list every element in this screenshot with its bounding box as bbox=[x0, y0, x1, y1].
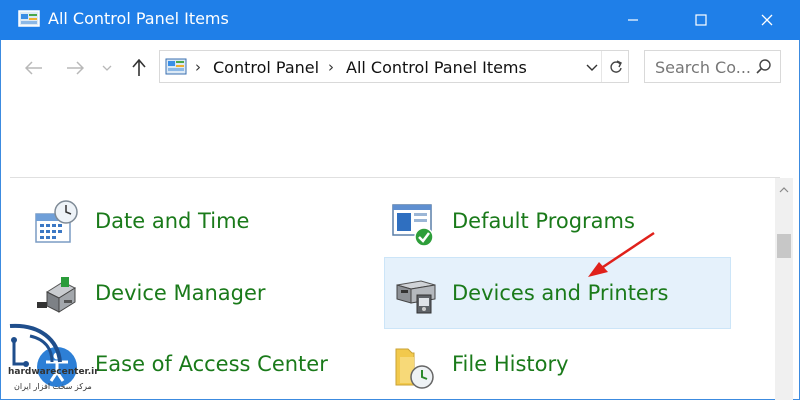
device-manager-icon bbox=[33, 272, 81, 320]
control-panel-icon bbox=[165, 58, 187, 76]
breadcrumb-control-panel[interactable]: Control Panel bbox=[213, 58, 319, 77]
default-programs-icon bbox=[390, 200, 438, 248]
item-label: File History bbox=[452, 352, 569, 376]
maximize-button[interactable] bbox=[678, 0, 724, 40]
maximize-icon bbox=[695, 14, 707, 26]
up-button[interactable] bbox=[126, 55, 152, 81]
scroll-up-button[interactable] bbox=[775, 182, 793, 198]
chevron-up-icon bbox=[779, 187, 789, 193]
item-devices-and-printers[interactable]: Devices and Printers bbox=[384, 257, 731, 329]
annotation-arrow-icon bbox=[588, 231, 655, 277]
breadcrumb-separator-icon: › bbox=[195, 58, 201, 76]
breadcrumb-separator-icon: › bbox=[328, 58, 334, 76]
address-bar[interactable]: › Control Panel › All Control Panel Item… bbox=[159, 50, 629, 83]
item-label: Ease of Access Center bbox=[95, 352, 328, 376]
item-label: Device Manager bbox=[95, 281, 266, 305]
watermark-site: hardwarecenter.ir bbox=[8, 367, 99, 377]
content-divider bbox=[10, 177, 780, 178]
refresh-icon bbox=[609, 59, 622, 73]
chevron-down-icon bbox=[586, 64, 598, 71]
arrow-right-icon bbox=[67, 61, 84, 75]
address-dropdown-button[interactable] bbox=[584, 60, 600, 74]
item-file-history[interactable]: File History bbox=[390, 343, 650, 407]
file-history-icon bbox=[390, 343, 438, 391]
back-button[interactable] bbox=[21, 55, 47, 81]
close-icon bbox=[761, 14, 773, 26]
watermark-tagline: مرکز سخت افزار ایران bbox=[14, 382, 92, 391]
calendar-clock-icon bbox=[33, 200, 81, 248]
refresh-button[interactable] bbox=[601, 51, 629, 82]
search-input[interactable]: Search Co... bbox=[655, 58, 751, 77]
item-date-and-time[interactable]: Date and Time bbox=[33, 200, 313, 264]
scrollbar-thumb[interactable] bbox=[777, 234, 791, 258]
title-bar: All Control Panel Items bbox=[0, 0, 800, 40]
close-button[interactable] bbox=[744, 0, 790, 40]
search-box[interactable]: Search Co... bbox=[644, 50, 781, 83]
forward-button[interactable] bbox=[62, 55, 88, 81]
window-title: All Control Panel Items bbox=[48, 9, 229, 28]
item-label: Date and Time bbox=[95, 209, 250, 233]
recent-locations-button[interactable] bbox=[98, 55, 116, 81]
printer-icon bbox=[391, 271, 439, 319]
control-panel-icon bbox=[18, 9, 40, 29]
arrow-up-icon bbox=[132, 59, 146, 76]
arrow-left-icon bbox=[25, 61, 42, 75]
vertical-scrollbar[interactable] bbox=[775, 178, 793, 400]
minimize-icon bbox=[628, 19, 638, 21]
breadcrumb-all-items[interactable]: All Control Panel Items bbox=[346, 58, 527, 77]
search-icon[interactable] bbox=[756, 58, 772, 78]
chevron-down-icon bbox=[102, 65, 112, 71]
minimize-button[interactable] bbox=[610, 0, 656, 40]
